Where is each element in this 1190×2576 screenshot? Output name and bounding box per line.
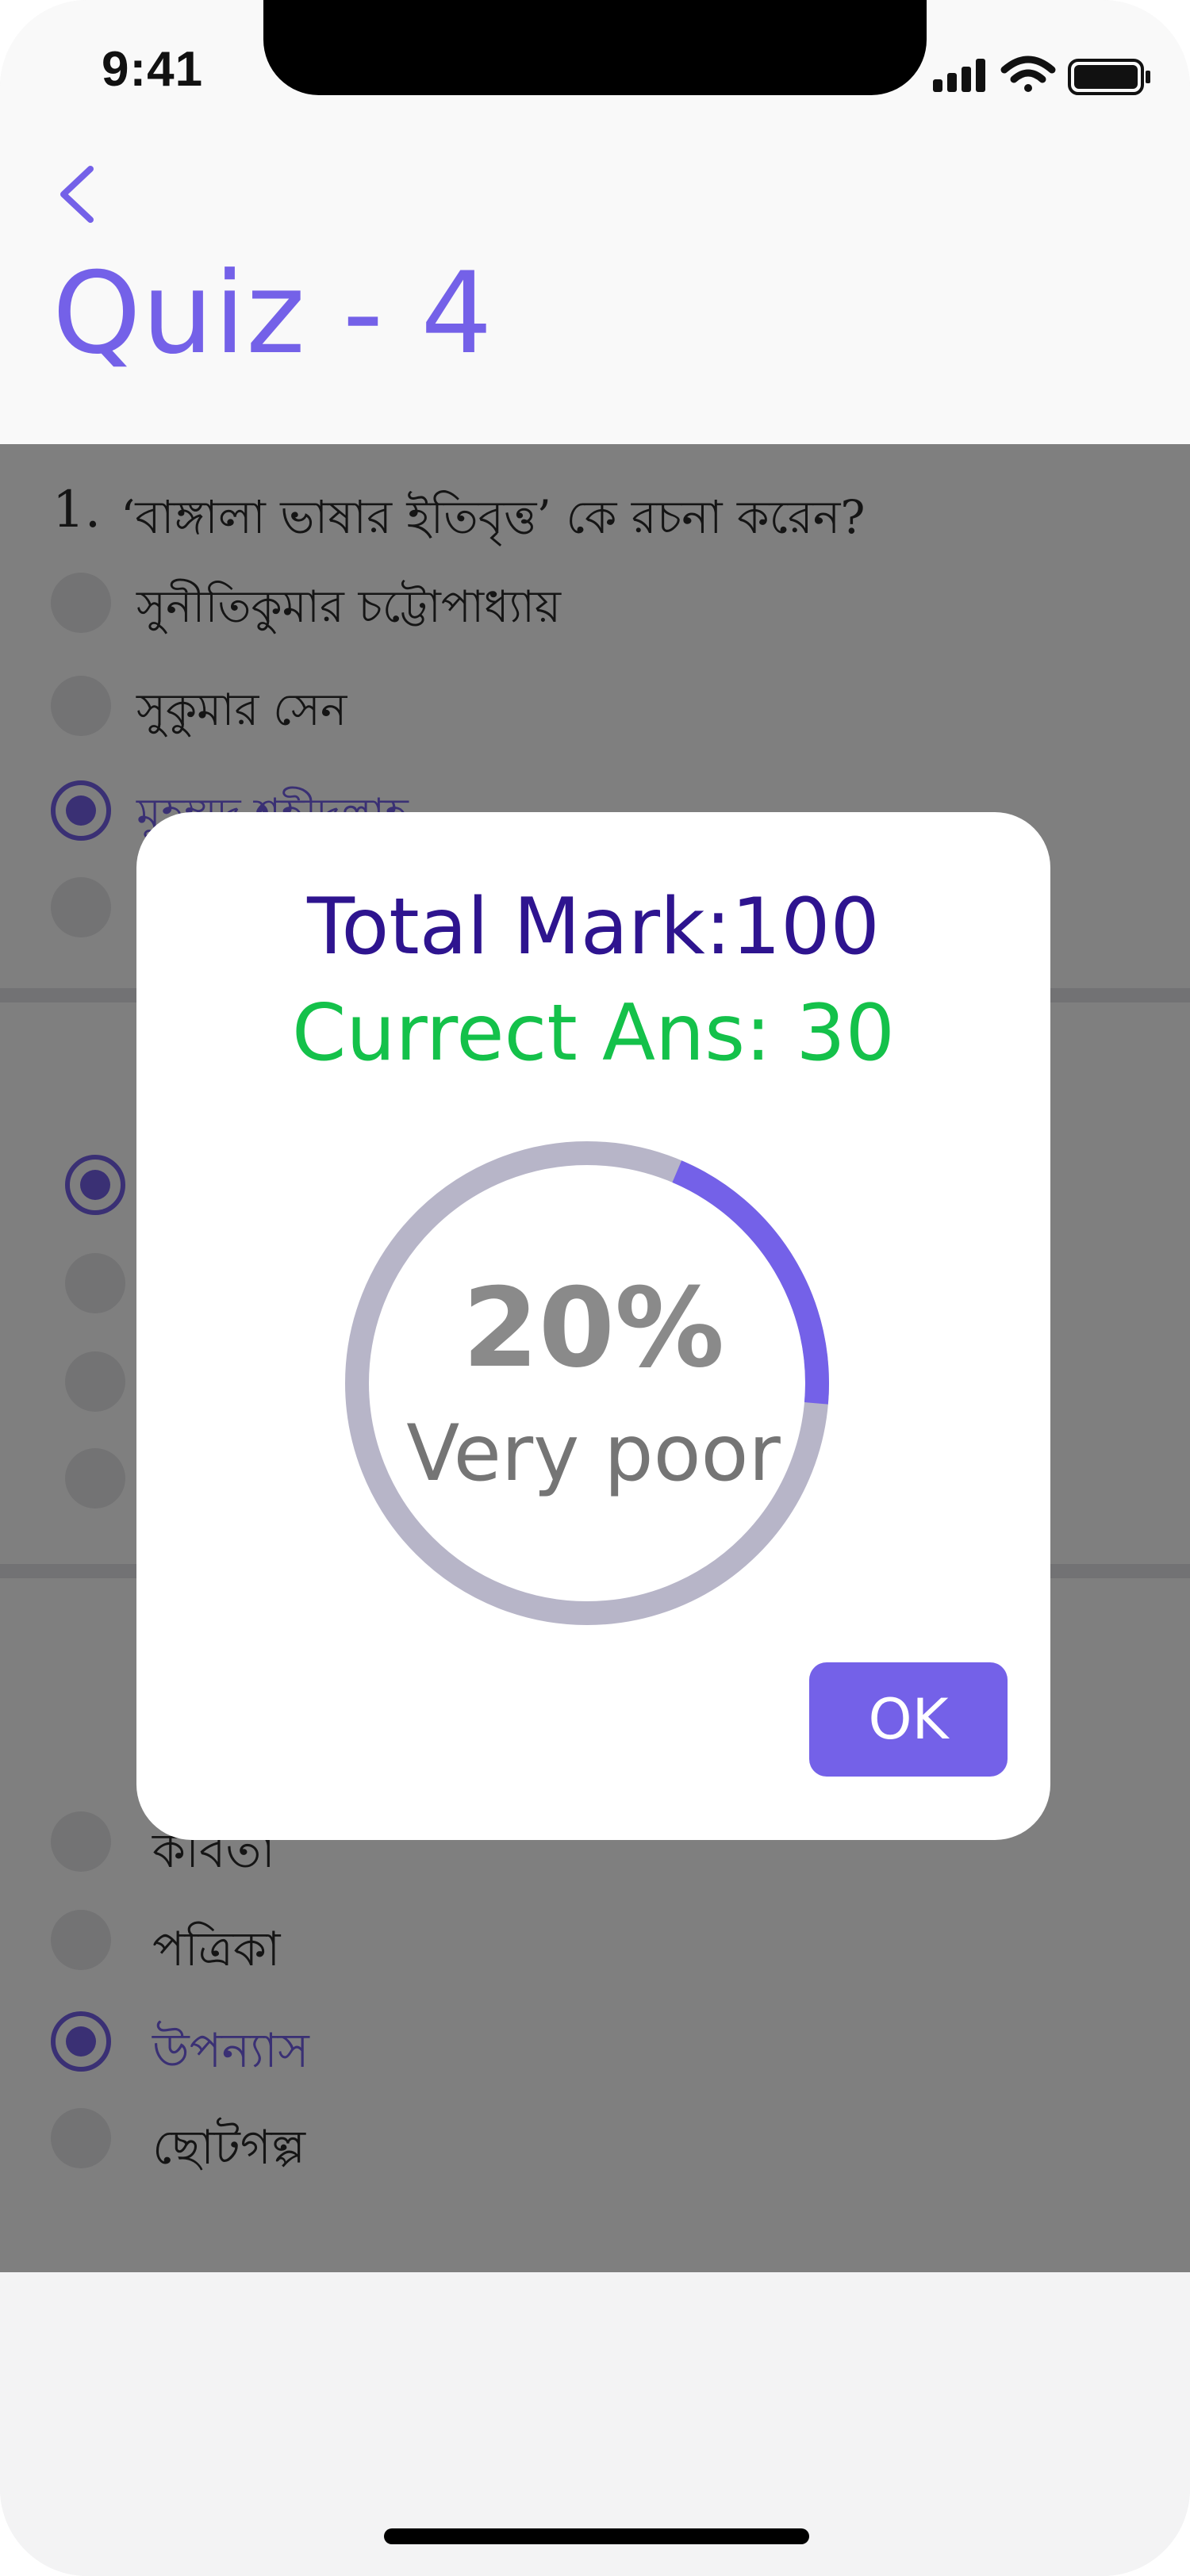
result-dialog: Total Mark:100 Currect Ans: 30 20% Very … — [136, 812, 1050, 1840]
status-icons — [933, 56, 1150, 95]
notch — [263, 0, 927, 95]
battery-icon — [1068, 59, 1150, 95]
cellular-signal-icon — [933, 59, 985, 92]
correct-answers-text: Currect Ans: 30 — [291, 988, 896, 1079]
total-mark-text: Total Mark:100 — [307, 882, 880, 972]
phone-screen: 9:41 Quiz - 4 1. ‘ — [0, 0, 1190, 2576]
status-bar: 9:41 — [0, 0, 1190, 119]
home-indicator[interactable] — [384, 2528, 809, 2544]
page-title: Quiz - 4 — [52, 248, 493, 379]
status-time: 9:41 — [102, 42, 204, 97]
ok-button[interactable]: OK — [809, 1662, 1008, 1777]
score-grade: Very poor — [406, 1409, 781, 1499]
back-chevron-icon[interactable] — [51, 163, 106, 226]
wifi-icon — [1000, 56, 1056, 92]
score-percent: 20% — [462, 1264, 725, 1392]
